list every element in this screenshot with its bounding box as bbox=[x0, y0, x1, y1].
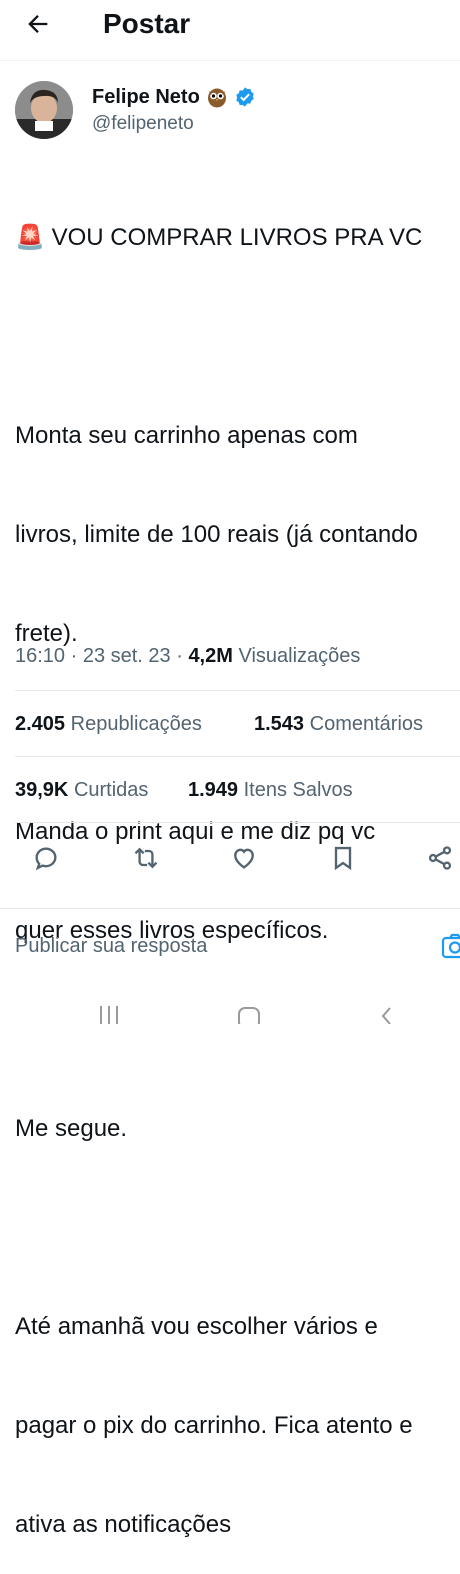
share-icon bbox=[428, 846, 452, 870]
share-button[interactable] bbox=[420, 838, 460, 878]
camera-icon bbox=[441, 933, 460, 959]
header-divider bbox=[0, 60, 460, 61]
comments-stat[interactable]: 1.543 Comentários bbox=[254, 713, 423, 736]
author-name-row[interactable]: Felipe Neto bbox=[92, 84, 256, 110]
views-label[interactable]: Visualizações bbox=[233, 645, 360, 667]
like-button[interactable] bbox=[224, 838, 264, 878]
recent-apps-icon bbox=[100, 1006, 118, 1024]
verified-badge-icon bbox=[236, 87, 254, 107]
bookmark-icon bbox=[334, 846, 352, 871]
back-nav-button[interactable] bbox=[376, 1002, 398, 1029]
author-name[interactable]: Felipe Neto bbox=[92, 86, 200, 109]
recent-apps-button[interactable] bbox=[96, 1002, 122, 1029]
author-handle[interactable]: @felipeneto bbox=[92, 113, 194, 135]
tweet-line: Até amanhã vou escolher vários e bbox=[15, 1313, 378, 1340]
tweet-line: Me segue. bbox=[15, 1115, 128, 1142]
home-icon bbox=[238, 1007, 260, 1029]
tweet-line: Monta seu carrinho apenas com bbox=[15, 422, 358, 449]
divider bbox=[15, 690, 460, 691]
page-title: Postar bbox=[103, 8, 191, 39]
reposts-stat[interactable]: 2.405 Republicações bbox=[15, 713, 202, 736]
likes-stat[interactable]: 39,9K Curtidas bbox=[15, 779, 148, 802]
saves-stat[interactable]: 1.949 Itens Salvos bbox=[188, 779, 353, 802]
tweet-line: ativa as notificações bbox=[15, 1511, 232, 1538]
tweet-line: 🚨 VOU COMPRAR LIVROS PRA VC bbox=[15, 224, 423, 251]
camera-button[interactable] bbox=[440, 930, 460, 962]
tweet-gap bbox=[15, 1211, 460, 1244]
divider bbox=[15, 822, 460, 823]
reply-button[interactable] bbox=[26, 838, 66, 878]
top-bar: Postar bbox=[0, 0, 460, 48]
owl-badge-icon bbox=[207, 88, 226, 108]
tweet-gap bbox=[15, 320, 460, 353]
divider bbox=[0, 908, 460, 909]
bookmark-button[interactable] bbox=[323, 838, 363, 878]
back-arrow-icon bbox=[28, 15, 48, 33]
tweet-timestamp: 16:10 · 23 set. 23 · 4,2M Visualizações bbox=[15, 645, 361, 667]
repost-button[interactable] bbox=[126, 838, 166, 878]
back-button[interactable] bbox=[20, 6, 56, 42]
tweet-line: pagar o pix do carrinho. Fica atento e bbox=[15, 1412, 413, 1439]
system-nav-bar bbox=[0, 996, 460, 1029]
tweet-line: livros, limite de 100 reais (já contando bbox=[15, 521, 418, 548]
back-nav-icon bbox=[381, 1007, 391, 1025]
views-count: 4,2M bbox=[188, 645, 233, 667]
siren-emoji: 🚨 bbox=[15, 224, 45, 251]
divider bbox=[15, 756, 460, 757]
avatar[interactable] bbox=[15, 81, 73, 139]
repost-icon bbox=[134, 847, 158, 869]
reply-input[interactable]: Publicar sua resposta bbox=[15, 935, 207, 958]
home-button[interactable] bbox=[236, 1002, 262, 1029]
reply-icon bbox=[35, 847, 57, 871]
like-icon bbox=[234, 848, 254, 869]
